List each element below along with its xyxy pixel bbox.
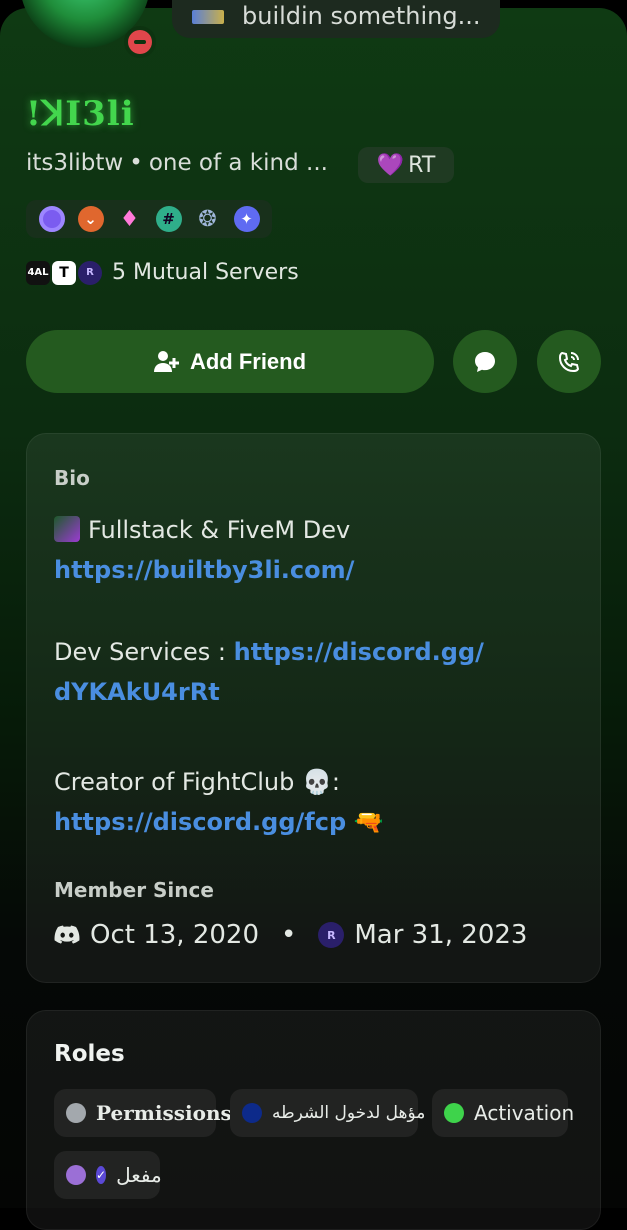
add-friend-label: Add Friend [189,348,307,374]
badge-row: ⌄ ♦ # ❂ ✦ [26,200,272,238]
separator-dot: • [281,920,297,950]
roles-section: Roles Permissions مؤهل لدخول الشرطه Acti… [26,1010,601,1230]
role-chip[interactable]: Permissions [54,1089,232,1137]
mutual-server-icon: R [78,260,102,285]
role-color-dot [66,1103,86,1123]
heart-icon: 💜 [376,152,405,178]
gem-badge-icon[interactable]: ♦ [117,206,143,232]
server-join-date: Mar 31, 2023 [354,920,528,950]
bio-line-1: Fullstack & FiveM Dev https://builtby3li… [54,510,354,590]
custom-status-bubble[interactable]: buildin something... [172,0,500,38]
bio-link-fightclub[interactable]: https://discord.gg/fcp [54,808,346,836]
quest-badge-icon[interactable]: ✦ [233,206,260,232]
message-button[interactable] [453,330,517,393]
voice-call-button[interactable] [537,330,601,393]
server-tag[interactable]: 💜 RT [358,147,454,183]
status-emoji-icon [192,10,224,24]
role-chip[interactable]: Activation [432,1089,574,1137]
bio-line-2: Dev Services : https://discord.gg/ dYKAk… [54,632,484,712]
hashtag-badge-icon[interactable]: # [155,206,182,232]
server-icon: R [318,922,345,948]
role-color-dot [242,1103,262,1123]
role-color-dot [444,1103,464,1123]
server-boost-badge-icon[interactable]: ⌄ [77,206,104,232]
role-label: مؤهل لدخول الشرطه [272,1103,426,1123]
bio-text: Creator of FightClub 💀: [54,768,340,796]
server-tag-label: RT [408,152,436,178]
display-name: !ꓘI3li [26,94,135,134]
verified-check-icon: ✓ [96,1166,107,1184]
add-user-icon [153,350,179,372]
phone-icon [558,351,580,372]
role-chip[interactable]: ✓ مفعل [54,1151,162,1199]
laurel-badge-icon[interactable]: ❂ [195,206,221,232]
custom-emoji-icon [54,516,80,542]
bio-link-website[interactable]: https://builtby3li.com/ [54,556,354,584]
bio-section: Bio Fullstack & FiveM Dev https://builtb… [26,433,601,983]
chat-bubble-icon [475,351,495,372]
member-since-row: Oct 13, 2020 • R Mar 31, 2023 [54,920,527,950]
pronouns-tagline: one of a kind ... [148,150,328,176]
separator-dot: • [129,150,143,176]
discord-join-date: Oct 13, 2020 [90,920,259,950]
bio-label: Bio [54,466,90,490]
role-label: مفعل [116,1163,162,1187]
bio-line-3: Creator of FightClub 💀: https://discord.… [54,762,384,842]
add-friend-button[interactable]: Add Friend [26,330,434,393]
username[interactable]: its3libtw [26,150,123,176]
bio-text: Dev Services : [54,638,234,666]
mutual-servers[interactable]: 4AL T R 5 Mutual Servers [26,260,299,285]
nitro-badge-icon[interactable] [38,206,65,232]
roles-title: Roles [54,1041,125,1067]
role-chip[interactable]: مؤهل لدخول الشرطه [230,1089,425,1137]
mutual-server-icon: T [52,260,76,285]
username-line: its3libtw • one of a kind ... [26,150,328,176]
dnd-status-icon [124,26,156,58]
role-color-dot [66,1165,86,1185]
role-label: Activation [474,1101,575,1125]
role-label: Permissions [96,1101,232,1125]
profile-card: buildin something... !ꓘI3li its3libtw • on… [0,0,627,1230]
mutual-servers-label: 5 Mutual Servers [112,260,299,285]
bio-text: Fullstack & FiveM Dev [88,516,351,544]
bio-link-dev-services-code[interactable]: dYKAkU4rRt [54,678,220,706]
member-since-label: Member Since [54,878,214,902]
water-pistol-icon: 🔫 [353,808,384,836]
custom-status-text: buildin something... [242,2,481,30]
discord-logo-icon [54,925,80,944]
mutual-server-icon: 4AL [26,260,50,285]
bio-link-dev-services[interactable]: https://discord.gg/ [234,638,484,666]
